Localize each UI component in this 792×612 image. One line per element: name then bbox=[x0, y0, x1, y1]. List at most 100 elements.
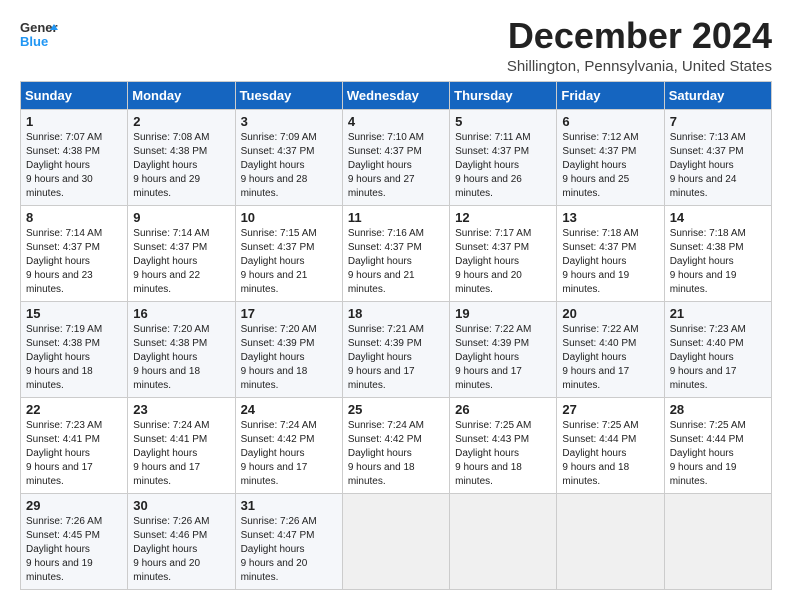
logo: General Blue bbox=[20, 16, 58, 54]
week-row-2: 8 Sunrise: 7:14 AMSunset: 4:37 PMDayligh… bbox=[21, 205, 772, 301]
table-row: 13 Sunrise: 7:18 AMSunset: 4:37 PMDaylig… bbox=[557, 205, 664, 301]
table-row: 26 Sunrise: 7:25 AMSunset: 4:43 PMDaylig… bbox=[450, 397, 557, 493]
day-info: Sunrise: 7:08 AMSunset: 4:38 PMDaylight … bbox=[133, 131, 229, 201]
table-row: 3 Sunrise: 7:09 AMSunset: 4:37 PMDayligh… bbox=[235, 109, 342, 205]
table-row: 16 Sunrise: 7:20 AMSunset: 4:38 PMDaylig… bbox=[128, 301, 235, 397]
day-number: 8 bbox=[26, 210, 122, 225]
day-number: 6 bbox=[562, 114, 658, 129]
day-number: 2 bbox=[133, 114, 229, 129]
table-row: 22 Sunrise: 7:23 AMSunset: 4:41 PMDaylig… bbox=[21, 397, 128, 493]
table-row: 7 Sunrise: 7:13 AMSunset: 4:37 PMDayligh… bbox=[664, 109, 771, 205]
day-info: Sunrise: 7:18 AMSunset: 4:38 PMDaylight … bbox=[670, 227, 766, 297]
col-thursday: Thursday bbox=[450, 81, 557, 109]
col-tuesday: Tuesday bbox=[235, 81, 342, 109]
day-number: 7 bbox=[670, 114, 766, 129]
table-row: 6 Sunrise: 7:12 AMSunset: 4:37 PMDayligh… bbox=[557, 109, 664, 205]
svg-text:Blue: Blue bbox=[20, 34, 48, 49]
day-number: 10 bbox=[241, 210, 337, 225]
table-row: 9 Sunrise: 7:14 AMSunset: 4:37 PMDayligh… bbox=[128, 205, 235, 301]
day-number: 25 bbox=[348, 402, 444, 417]
table-row: 30 Sunrise: 7:26 AMSunset: 4:46 PMDaylig… bbox=[128, 493, 235, 589]
week-row-4: 22 Sunrise: 7:23 AMSunset: 4:41 PMDaylig… bbox=[21, 397, 772, 493]
day-info: Sunrise: 7:25 AMSunset: 4:44 PMDaylight … bbox=[562, 419, 658, 489]
day-info: Sunrise: 7:14 AMSunset: 4:37 PMDaylight … bbox=[133, 227, 229, 297]
day-number: 28 bbox=[670, 402, 766, 417]
day-number: 9 bbox=[133, 210, 229, 225]
day-number: 27 bbox=[562, 402, 658, 417]
table-row: 12 Sunrise: 7:17 AMSunset: 4:37 PMDaylig… bbox=[450, 205, 557, 301]
day-number: 16 bbox=[133, 306, 229, 321]
col-saturday: Saturday bbox=[664, 81, 771, 109]
table-row: 10 Sunrise: 7:15 AMSunset: 4:37 PMDaylig… bbox=[235, 205, 342, 301]
day-number: 13 bbox=[562, 210, 658, 225]
day-number: 12 bbox=[455, 210, 551, 225]
day-number: 14 bbox=[670, 210, 766, 225]
day-info: Sunrise: 7:20 AMSunset: 4:39 PMDaylight … bbox=[241, 323, 337, 393]
day-number: 30 bbox=[133, 498, 229, 513]
calendar-header-row: Sunday Monday Tuesday Wednesday Thursday… bbox=[21, 81, 772, 109]
day-info: Sunrise: 7:25 AMSunset: 4:43 PMDaylight … bbox=[455, 419, 551, 489]
table-row: 24 Sunrise: 7:24 AMSunset: 4:42 PMDaylig… bbox=[235, 397, 342, 493]
day-number: 17 bbox=[241, 306, 337, 321]
table-row: 20 Sunrise: 7:22 AMSunset: 4:40 PMDaylig… bbox=[557, 301, 664, 397]
day-info: Sunrise: 7:11 AMSunset: 4:37 PMDaylight … bbox=[455, 131, 551, 201]
day-info: Sunrise: 7:21 AMSunset: 4:39 PMDaylight … bbox=[348, 323, 444, 393]
calendar-table: Sunday Monday Tuesday Wednesday Thursday… bbox=[20, 81, 772, 590]
month-title: December 2024 bbox=[507, 16, 772, 56]
day-info: Sunrise: 7:18 AMSunset: 4:37 PMDaylight … bbox=[562, 227, 658, 297]
day-info: Sunrise: 7:16 AMSunset: 4:37 PMDaylight … bbox=[348, 227, 444, 297]
day-number: 24 bbox=[241, 402, 337, 417]
day-info: Sunrise: 7:24 AMSunset: 4:41 PMDaylight … bbox=[133, 419, 229, 489]
week-row-3: 15 Sunrise: 7:19 AMSunset: 4:38 PMDaylig… bbox=[21, 301, 772, 397]
day-number: 5 bbox=[455, 114, 551, 129]
day-number: 11 bbox=[348, 210, 444, 225]
day-number: 31 bbox=[241, 498, 337, 513]
day-info: Sunrise: 7:25 AMSunset: 4:44 PMDaylight … bbox=[670, 419, 766, 489]
table-row: 1 Sunrise: 7:07 AMSunset: 4:38 PMDayligh… bbox=[21, 109, 128, 205]
table-row: 25 Sunrise: 7:24 AMSunset: 4:42 PMDaylig… bbox=[342, 397, 449, 493]
table-row: 2 Sunrise: 7:08 AMSunset: 4:38 PMDayligh… bbox=[128, 109, 235, 205]
table-row: 17 Sunrise: 7:20 AMSunset: 4:39 PMDaylig… bbox=[235, 301, 342, 397]
table-row: 27 Sunrise: 7:25 AMSunset: 4:44 PMDaylig… bbox=[557, 397, 664, 493]
col-monday: Monday bbox=[128, 81, 235, 109]
week-row-5: 29 Sunrise: 7:26 AMSunset: 4:45 PMDaylig… bbox=[21, 493, 772, 589]
col-wednesday: Wednesday bbox=[342, 81, 449, 109]
day-number: 4 bbox=[348, 114, 444, 129]
day-number: 22 bbox=[26, 402, 122, 417]
table-row: 11 Sunrise: 7:16 AMSunset: 4:37 PMDaylig… bbox=[342, 205, 449, 301]
day-number: 3 bbox=[241, 114, 337, 129]
day-number: 19 bbox=[455, 306, 551, 321]
day-info: Sunrise: 7:13 AMSunset: 4:37 PMDaylight … bbox=[670, 131, 766, 201]
day-info: Sunrise: 7:23 AMSunset: 4:41 PMDaylight … bbox=[26, 419, 122, 489]
day-info: Sunrise: 7:24 AMSunset: 4:42 PMDaylight … bbox=[241, 419, 337, 489]
day-info: Sunrise: 7:24 AMSunset: 4:42 PMDaylight … bbox=[348, 419, 444, 489]
day-number: 23 bbox=[133, 402, 229, 417]
table-row bbox=[557, 493, 664, 589]
day-info: Sunrise: 7:14 AMSunset: 4:37 PMDaylight … bbox=[26, 227, 122, 297]
day-info: Sunrise: 7:23 AMSunset: 4:40 PMDaylight … bbox=[670, 323, 766, 393]
table-row: 15 Sunrise: 7:19 AMSunset: 4:38 PMDaylig… bbox=[21, 301, 128, 397]
week-row-1: 1 Sunrise: 7:07 AMSunset: 4:38 PMDayligh… bbox=[21, 109, 772, 205]
table-row: 8 Sunrise: 7:14 AMSunset: 4:37 PMDayligh… bbox=[21, 205, 128, 301]
day-info: Sunrise: 7:26 AMSunset: 4:45 PMDaylight … bbox=[26, 515, 122, 585]
location: Shillington, Pennsylvania, United States bbox=[507, 58, 772, 75]
day-info: Sunrise: 7:17 AMSunset: 4:37 PMDaylight … bbox=[455, 227, 551, 297]
table-row: 18 Sunrise: 7:21 AMSunset: 4:39 PMDaylig… bbox=[342, 301, 449, 397]
title-block: December 2024 Shillington, Pennsylvania,… bbox=[507, 16, 772, 75]
col-friday: Friday bbox=[557, 81, 664, 109]
day-number: 26 bbox=[455, 402, 551, 417]
col-sunday: Sunday bbox=[21, 81, 128, 109]
table-row: 5 Sunrise: 7:11 AMSunset: 4:37 PMDayligh… bbox=[450, 109, 557, 205]
page: General Blue December 2024 Shillington, … bbox=[0, 0, 792, 600]
table-row: 4 Sunrise: 7:10 AMSunset: 4:37 PMDayligh… bbox=[342, 109, 449, 205]
day-info: Sunrise: 7:10 AMSunset: 4:37 PMDaylight … bbox=[348, 131, 444, 201]
table-row bbox=[342, 493, 449, 589]
day-info: Sunrise: 7:20 AMSunset: 4:38 PMDaylight … bbox=[133, 323, 229, 393]
day-number: 20 bbox=[562, 306, 658, 321]
table-row bbox=[664, 493, 771, 589]
day-info: Sunrise: 7:22 AMSunset: 4:40 PMDaylight … bbox=[562, 323, 658, 393]
day-info: Sunrise: 7:19 AMSunset: 4:38 PMDaylight … bbox=[26, 323, 122, 393]
day-number: 15 bbox=[26, 306, 122, 321]
day-number: 21 bbox=[670, 306, 766, 321]
day-info: Sunrise: 7:07 AMSunset: 4:38 PMDaylight … bbox=[26, 131, 122, 201]
